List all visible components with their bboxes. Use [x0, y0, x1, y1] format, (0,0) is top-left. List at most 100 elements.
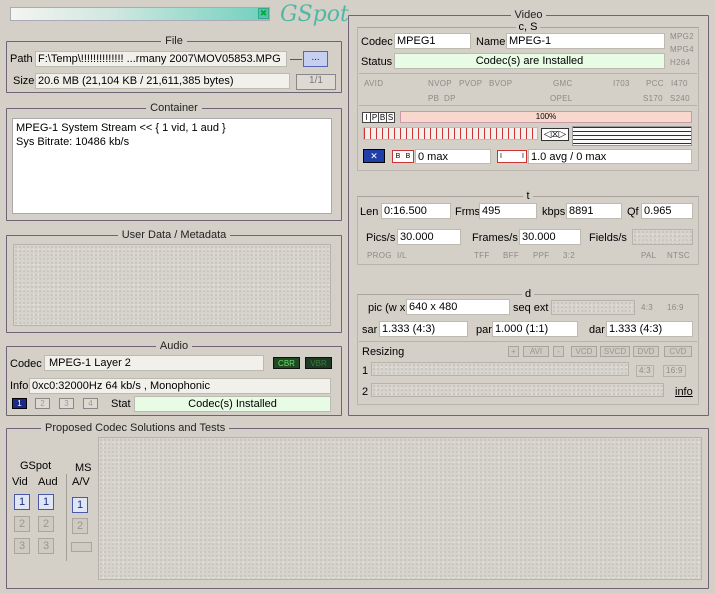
frms-label: Frms	[455, 206, 481, 218]
iframes-mark-box: I I	[497, 150, 527, 163]
path-field[interactable]: F:\Temp\!!!!!!!!!!!!!! ...rmany 2007\MOV…	[35, 51, 287, 67]
flag-bvop: BVOP	[489, 79, 513, 88]
audio-stream-2[interactable]: 2	[35, 398, 50, 409]
sar-label: sar	[362, 324, 378, 336]
vid-test-1[interactable]: 1	[14, 494, 30, 510]
container-line-2: Sys Bitrate: 10486 kb/s	[16, 136, 130, 148]
ipbs-i: I	[363, 113, 371, 122]
file-title: File	[161, 35, 187, 47]
gop-speaker-icon: ◁⧖▷	[541, 128, 569, 141]
ipbs-b: B	[379, 113, 387, 122]
browse-button[interactable]: ...	[303, 51, 328, 67]
info-link[interactable]: info	[675, 385, 693, 399]
gop-percent-bar: 100%	[400, 111, 692, 123]
tag-prog: PROG	[367, 251, 392, 260]
tag-ntsc: NTSC	[667, 251, 690, 260]
resize-minus-button[interactable]: -	[553, 346, 564, 357]
iframes-mark-1: I	[500, 153, 502, 160]
resizing-label: Resizing	[362, 346, 405, 358]
iframes-mark-2: I	[522, 153, 524, 160]
ipbs-p: P	[371, 113, 379, 122]
bframes-field: 0 max	[415, 149, 491, 164]
page-counter-button[interactable]: 1/1	[296, 74, 336, 90]
flag-s240: S240	[670, 94, 690, 103]
flag-i470: I470	[671, 79, 688, 88]
qf-label: Qf	[627, 206, 639, 218]
video-name-field: MPEG-1	[506, 33, 665, 49]
dar-field: 1.333 (4:3)	[606, 321, 693, 337]
pics-field: 30.000	[397, 229, 461, 245]
flag-i703: I703	[613, 79, 630, 88]
userdata-title: User Data / Metadata	[117, 229, 231, 241]
aud-test-1[interactable]: 1	[38, 494, 54, 510]
vid-label: Vid	[12, 476, 28, 488]
audio-stream-1[interactable]: 1	[12, 398, 27, 409]
vid-test-2[interactable]: 2	[14, 516, 30, 532]
solutions-divider	[66, 474, 67, 561]
audio-stat-field: Codec(s) Installed	[134, 396, 331, 412]
audio-codec-label: Codec	[10, 358, 42, 370]
audio-stream-4[interactable]: 4	[83, 398, 98, 409]
resize-vcd-button[interactable]: VCD	[571, 346, 597, 357]
qf-field: 0.965	[641, 203, 693, 219]
resize-dvd-button[interactable]: DVD	[633, 346, 659, 357]
audio-info-field: 0xc0:32000Hz 64 kb/s , Monophonic	[29, 378, 331, 394]
video-t-title: t	[523, 190, 533, 202]
tag-tff: TFF	[474, 251, 490, 260]
codec-solutions-area	[98, 437, 702, 580]
seq-ext-label: seq ext	[513, 302, 549, 314]
aud-test-2[interactable]: 2	[38, 516, 54, 532]
aud-test-3[interactable]: 3	[38, 538, 54, 554]
logo-text: GSpot	[280, 2, 349, 27]
audio-stat-label: Stat	[111, 398, 131, 410]
path-slider[interactable]	[290, 59, 302, 60]
ipbs-boxes: I P B S	[362, 112, 395, 123]
logo-bar	[10, 7, 270, 21]
size-field: 20.6 MB (21,104 KB / 21,611,385 bytes)	[35, 73, 290, 89]
resize-row1-label: 1	[362, 365, 369, 377]
pic-field: 640 x 480	[406, 299, 510, 315]
resize-cvd-button[interactable]: CVD	[664, 346, 692, 357]
frms-field: 495	[479, 203, 537, 219]
resize-ratio-43: 4:3	[636, 365, 655, 377]
flag-opel: OPEL	[550, 94, 573, 103]
gop-logo-icon[interactable]: ✕	[363, 149, 385, 163]
flag-avid: AVID	[364, 79, 384, 88]
toolbar-grid-icon[interactable]: ✖	[258, 8, 269, 19]
container-textbox[interactable]: MPEG-1 System Stream << { 1 vid, 1 aud }…	[12, 118, 332, 214]
ms-test-1[interactable]: 1	[72, 497, 88, 513]
vid-test-3[interactable]: 3	[14, 538, 30, 554]
kbps-field: 8891	[566, 203, 622, 219]
fields-label: Fields/s	[589, 232, 627, 244]
flag-gmc: GMC	[553, 79, 573, 88]
flag-pvop: PVOP	[459, 79, 483, 88]
tag-ppf: PPF	[533, 251, 550, 260]
len-field: 0:16.500	[381, 203, 451, 219]
codec-solutions-title: Proposed Codec Solutions and Tests	[41, 422, 230, 434]
resize-row2-label: 2	[362, 386, 369, 398]
flag-pcc: PCC	[646, 79, 664, 88]
frames-label: Frames/s	[472, 232, 518, 244]
dar-label: dar	[589, 324, 605, 336]
video-title: Video	[510, 9, 547, 21]
frames-field: 30.000	[519, 229, 581, 245]
gop-lines-graph	[572, 126, 692, 146]
resize-avi-button[interactable]: AVI	[523, 346, 549, 357]
tag-pal: PAL	[641, 251, 657, 260]
resize-ratio-169: 16:9	[663, 365, 686, 377]
tag-32: 3:2	[563, 251, 576, 260]
flag-pb: PB	[428, 94, 440, 103]
pics-label: Pics/s	[366, 232, 396, 244]
resize-plus-button[interactable]: +	[508, 346, 519, 357]
audio-info-label: Info	[10, 380, 29, 392]
vbr-indicator: VBR	[305, 357, 332, 369]
ms-test-2[interactable]: 2	[72, 518, 88, 534]
flag-s170: S170	[643, 94, 663, 103]
tag-mpg2: MPG2	[670, 32, 694, 41]
resize-svcd-button[interactable]: SVCD	[600, 346, 630, 357]
ms-label: MS	[75, 462, 92, 474]
video-name-label: Name	[476, 36, 506, 48]
kbps-label: kbps	[542, 206, 566, 218]
video-cs-title: c, S	[515, 21, 541, 33]
audio-stream-3[interactable]: 3	[59, 398, 74, 409]
